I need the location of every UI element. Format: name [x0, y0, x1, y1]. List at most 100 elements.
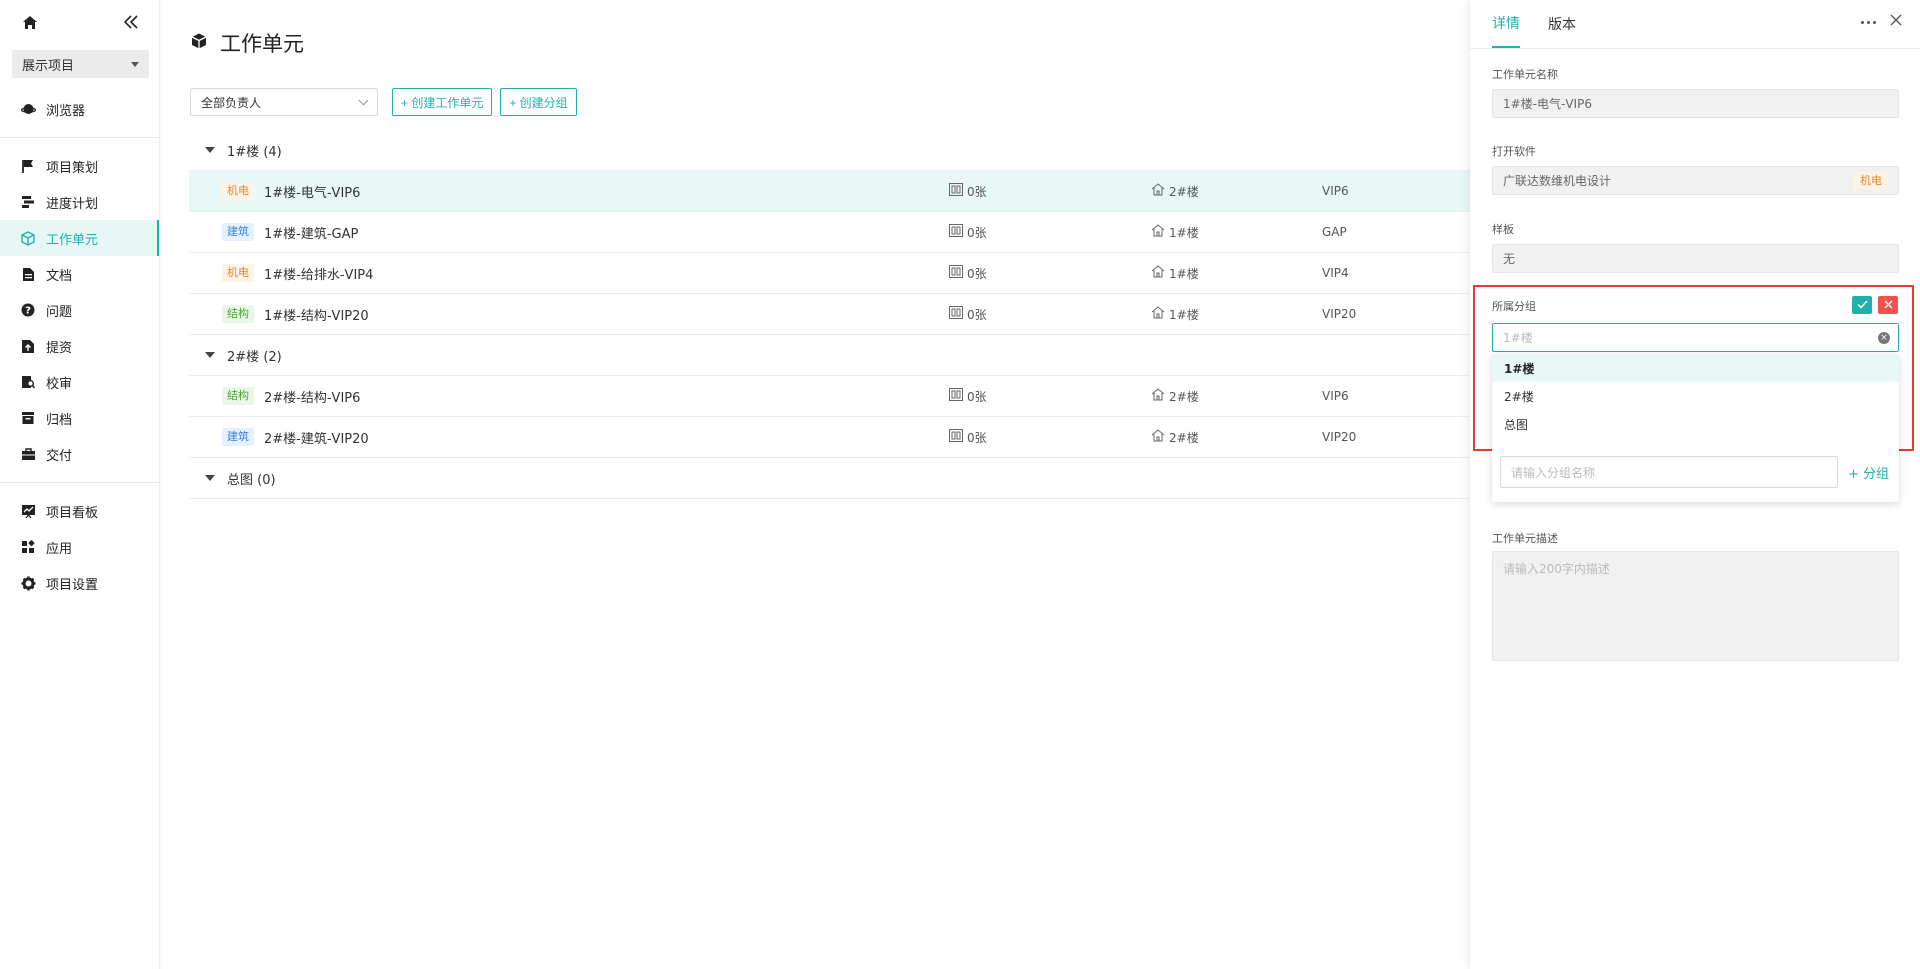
- nav-item-issues[interactable]: ? 问题: [0, 292, 159, 328]
- close-icon[interactable]: [1890, 14, 1902, 30]
- create-group-button[interactable]: + 创建分组: [500, 88, 577, 116]
- panel-tabs: 详情 版本: [1492, 0, 1576, 48]
- nav-item-archive[interactable]: 归档: [0, 400, 159, 436]
- building-icon: [1151, 388, 1165, 404]
- document-icon: [20, 266, 36, 282]
- name-field[interactable]: 1#楼-电气-VIP6: [1492, 89, 1899, 118]
- work-unit-code: GAP: [1322, 225, 1347, 239]
- tab-detail[interactable]: 详情: [1492, 0, 1520, 48]
- work-unit-code: VIP20: [1322, 307, 1357, 321]
- briefcase-icon: [20, 446, 36, 462]
- work-unit-code: VIP6: [1322, 389, 1349, 403]
- owner-filter-select[interactable]: 全部负责人: [190, 88, 378, 116]
- new-group-placeholder: 请输入分组名称: [1511, 465, 1596, 480]
- owner-filter-value: 全部负责人: [201, 95, 262, 110]
- caret-down-icon[interactable]: [205, 475, 215, 481]
- template-field-value: 无: [1503, 252, 1516, 266]
- planet-icon: [20, 101, 36, 117]
- nav-item-deliver[interactable]: 交付: [0, 436, 159, 472]
- dropdown-option[interactable]: 1#楼: [1492, 354, 1899, 382]
- nav-label: 进度计划: [46, 196, 99, 212]
- nav-item-settings[interactable]: 项目设置: [0, 565, 159, 601]
- tab-version[interactable]: 版本: [1548, 0, 1576, 48]
- nav-label: 交付: [46, 448, 73, 464]
- sheets-icon: [949, 224, 963, 240]
- building-name: 2#楼: [1169, 430, 1199, 445]
- create-work-unit-button[interactable]: + 创建工作单元: [392, 88, 493, 116]
- nav-item-documents[interactable]: 文档: [0, 256, 159, 292]
- table-row[interactable]: 建筑 2#楼-建筑-VIP20 0张 2#楼 VIP20: [189, 417, 1470, 458]
- home-icon[interactable]: [22, 15, 38, 30]
- project-select[interactable]: 展示项目: [12, 50, 149, 78]
- new-group-row: 请输入分组名称 + 分组: [1500, 456, 1891, 488]
- toolbar: 全部负责人 + 创建工作单元 + 创建分组: [190, 88, 577, 116]
- new-group-input[interactable]: 请输入分组名称: [1500, 456, 1838, 488]
- sheets-icon: [949, 183, 963, 199]
- cube-icon: [20, 230, 36, 246]
- nav-item-planning[interactable]: 项目策划: [0, 148, 159, 184]
- group-select-input[interactable]: 1#楼 ×: [1492, 323, 1899, 352]
- nav-label: 文档: [46, 268, 73, 284]
- group-name: 总图: [227, 472, 254, 488]
- caret-down-icon[interactable]: [205, 352, 215, 358]
- group-row[interactable]: 总图 (0): [189, 458, 1470, 499]
- work-unit-name: 1#楼-电气-VIP6: [264, 185, 361, 201]
- name-label: 工作单元名称: [1492, 68, 1558, 81]
- table-row[interactable]: 结构 2#楼-结构-VIP6 0张 2#楼 VIP6: [189, 376, 1470, 417]
- apps-icon: [20, 539, 36, 555]
- name-field-value: 1#楼-电气-VIP6: [1503, 97, 1592, 111]
- nav-item-schedule[interactable]: 进度计划: [0, 184, 159, 220]
- confirm-button[interactable]: [1852, 296, 1872, 314]
- nav-label: 工作单元: [46, 232, 99, 248]
- building-name: 1#楼: [1169, 266, 1199, 281]
- nav-item-submit[interactable]: 提资: [0, 328, 159, 364]
- group-row[interactable]: 2#楼 (2): [189, 335, 1470, 376]
- check-icon: [1856, 298, 1868, 313]
- sheets-icon: [949, 265, 963, 281]
- sheets-icon: [949, 306, 963, 322]
- dashboard-icon: [20, 503, 36, 519]
- description-textarea[interactable]: 请输入200字内描述: [1492, 551, 1899, 661]
- nav-label: 浏览器: [46, 103, 86, 119]
- table-row[interactable]: 机电 1#楼-给排水-VIP4 0张 1#楼 VIP4: [189, 253, 1470, 294]
- nav-label: 项目设置: [46, 577, 99, 593]
- building-icon: [1151, 306, 1165, 322]
- caret-down-icon[interactable]: [205, 147, 215, 153]
- building-icon: [1151, 429, 1165, 445]
- building-icon: [1151, 265, 1165, 281]
- template-field[interactable]: 无: [1492, 244, 1899, 273]
- dropdown-option[interactable]: 2#楼: [1492, 382, 1899, 410]
- question-icon: ?: [20, 302, 36, 318]
- group-select-placeholder: 1#楼: [1503, 331, 1533, 345]
- discipline-tag: 机电: [222, 264, 254, 282]
- group-count: (2): [263, 349, 282, 365]
- nav-label: 提资: [46, 340, 73, 356]
- table-row[interactable]: 建筑 1#楼-建筑-GAP 0张 1#楼 GAP: [189, 212, 1470, 253]
- clear-icon[interactable]: ×: [1878, 332, 1890, 344]
- cancel-button[interactable]: [1878, 296, 1898, 314]
- sidebar: 展示项目 浏览器 项目策划 进度计划 工作单元 文档 ? 问题 提资 校审 归档…: [0, 0, 160, 969]
- group-name: 2#楼: [227, 349, 260, 365]
- nav-label: 校审: [46, 376, 73, 392]
- work-unit-code: VIP20: [1322, 430, 1357, 444]
- group-name: 1#楼: [227, 144, 260, 160]
- archive-icon: [20, 410, 36, 426]
- add-group-button[interactable]: + 分组: [1848, 463, 1889, 482]
- nav-item-dashboard[interactable]: 项目看板: [0, 493, 159, 529]
- nav-item-apps[interactable]: 应用: [0, 529, 159, 565]
- page-title: 工作单元: [190, 28, 304, 58]
- svg-text:?: ?: [25, 306, 31, 317]
- table-row[interactable]: 机电 1#楼-电气-VIP6 0张 2#楼 VIP6: [189, 171, 1470, 212]
- dropdown-option[interactable]: 总图: [1492, 410, 1899, 438]
- collapse-icon[interactable]: [123, 15, 139, 29]
- nav-item-work-units[interactable]: 工作单元: [0, 220, 159, 256]
- table-row[interactable]: 结构 1#楼-结构-VIP20 0张 1#楼 VIP20: [189, 294, 1470, 335]
- nav-item-browser[interactable]: 浏览器: [0, 91, 159, 127]
- software-field[interactable]: 广联达数维机电设计 机电: [1492, 166, 1899, 195]
- nav-item-review[interactable]: 校审: [0, 364, 159, 400]
- building-icon: [1151, 224, 1165, 240]
- description-label: 工作单元描述: [1492, 532, 1558, 545]
- group-row[interactable]: 1#楼 (4): [189, 130, 1470, 171]
- more-icon[interactable]: [1861, 20, 1876, 24]
- nav-label: 归档: [46, 412, 73, 428]
